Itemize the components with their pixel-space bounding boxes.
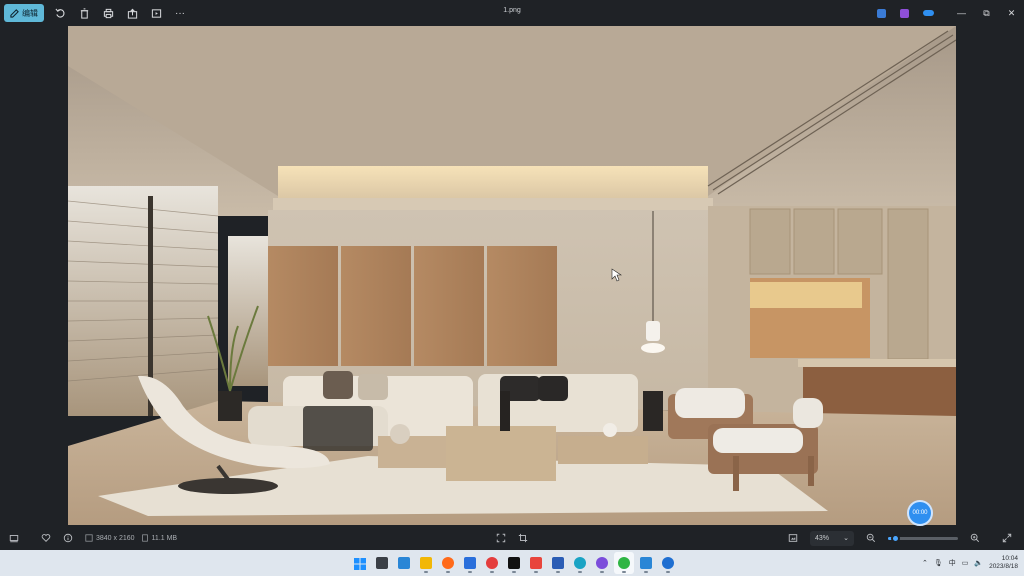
taskbar-item-tiktok[interactable] bbox=[504, 552, 524, 574]
chat-icon bbox=[596, 557, 608, 569]
share-icon[interactable] bbox=[120, 2, 144, 24]
taskbar-item-settings-app[interactable] bbox=[658, 552, 678, 574]
photos-app-window: 编辑 ··· 1.png — ⧉ ✕ 00:00 3840 x 2160 11.… bbox=[0, 0, 1024, 550]
chevron-up-icon[interactable]: ⌃ bbox=[922, 559, 928, 567]
file-size: 11.1 MB bbox=[141, 534, 178, 542]
onedrive-icon[interactable] bbox=[923, 10, 934, 16]
taskbar-item-photos[interactable] bbox=[636, 552, 656, 574]
photos-app-icon[interactable] bbox=[900, 8, 909, 18]
running-indicator bbox=[534, 571, 538, 573]
taskbar-item-weibo[interactable] bbox=[482, 552, 502, 574]
fullscreen-icon[interactable] bbox=[996, 526, 1018, 550]
minimize-button[interactable]: — bbox=[949, 0, 974, 26]
taskbar-item-word[interactable] bbox=[548, 552, 568, 574]
settings-app-icon bbox=[662, 557, 674, 569]
running-indicator bbox=[468, 571, 472, 573]
fit-to-window-icon[interactable] bbox=[490, 526, 512, 550]
word-icon bbox=[552, 557, 564, 569]
zoom-out-icon[interactable] bbox=[860, 526, 882, 550]
clock-time: 10:04 bbox=[1001, 555, 1018, 562]
zoom-slider-thumb[interactable] bbox=[891, 533, 900, 543]
image-size-icon bbox=[85, 534, 93, 542]
running-indicator bbox=[556, 571, 560, 573]
task-view-icon bbox=[376, 557, 388, 569]
weibo-icon bbox=[486, 557, 498, 569]
zoom-slider[interactable] bbox=[888, 533, 958, 543]
wps-icon bbox=[530, 557, 542, 569]
file-explorer-icon bbox=[420, 557, 432, 569]
microphone-icon[interactable]: 🎙 bbox=[934, 559, 943, 567]
running-indicator bbox=[446, 571, 450, 573]
favorite-icon[interactable] bbox=[35, 526, 57, 550]
edit-label: 编辑 bbox=[22, 8, 38, 18]
system-tray: ⌃ 🎙 中 ▭ 🔈 10:04 2023/8/18 bbox=[922, 550, 1018, 576]
taskbar-item-task-view[interactable] bbox=[372, 552, 392, 574]
running-indicator bbox=[490, 571, 494, 573]
running-indicator bbox=[622, 571, 626, 573]
edit-icon bbox=[10, 8, 19, 18]
zoom-in-icon[interactable] bbox=[964, 526, 986, 550]
file-size-text: 11.1 MB bbox=[151, 534, 178, 542]
top-toolbar: 编辑 ··· 1.png — ⧉ ✕ bbox=[0, 0, 1024, 26]
close-button[interactable]: ✕ bbox=[999, 0, 1024, 26]
taskbar-item-store[interactable] bbox=[460, 552, 480, 574]
clock-date: 2023/8/18 bbox=[989, 563, 1018, 570]
restore-button[interactable]: ⧉ bbox=[974, 0, 999, 26]
file-size-icon bbox=[141, 534, 148, 542]
taskbar-item-edge[interactable] bbox=[570, 552, 590, 574]
widgets-icon bbox=[398, 557, 410, 569]
slideshow-icon[interactable] bbox=[144, 2, 168, 24]
actual-size-icon[interactable] bbox=[782, 526, 804, 550]
filmstrip-icon[interactable] bbox=[3, 526, 25, 550]
delete-icon[interactable] bbox=[72, 2, 96, 24]
zoom-controls: 43% ⌄ bbox=[782, 526, 1018, 550]
edit-button[interactable]: 编辑 bbox=[4, 4, 44, 22]
photo-viewer-image[interactable] bbox=[68, 26, 956, 525]
taskbar-item-widgets[interactable] bbox=[394, 552, 414, 574]
crop-view-icon[interactable] bbox=[512, 526, 534, 550]
zoom-level-dropdown[interactable]: 43% ⌄ bbox=[810, 530, 854, 546]
taskbar-item-wps[interactable] bbox=[526, 552, 546, 574]
network-icon[interactable]: ▭ bbox=[962, 559, 969, 567]
title-bar-controls: — ⧉ ✕ bbox=[870, 0, 1024, 26]
clock[interactable]: 10:04 2023/8/18 bbox=[989, 555, 1018, 571]
running-indicator bbox=[578, 571, 582, 573]
photos-icon bbox=[640, 557, 652, 569]
windows-taskbar: ⌃ 🎙 中 ▭ 🔈 10:04 2023/8/18 bbox=[0, 550, 1024, 576]
taskbar-item-firefox[interactable] bbox=[438, 552, 458, 574]
taskbar-item-wechat[interactable] bbox=[614, 552, 634, 574]
running-indicator bbox=[424, 571, 428, 573]
dimensions-text: 3840 x 2160 bbox=[96, 534, 135, 542]
rotate-icon[interactable] bbox=[48, 2, 72, 24]
store-icon bbox=[464, 557, 476, 569]
image-dimensions: 3840 x 2160 bbox=[85, 534, 135, 542]
print-icon[interactable] bbox=[96, 2, 120, 24]
taskbar-item-file-explorer[interactable] bbox=[416, 552, 436, 574]
zoom-level-text: 43% bbox=[815, 534, 830, 542]
running-indicator bbox=[644, 571, 648, 573]
edge-icon bbox=[574, 557, 586, 569]
taskbar-apps bbox=[350, 550, 678, 576]
chevron-down-icon: ⌄ bbox=[843, 535, 849, 542]
more-icon[interactable]: ··· bbox=[168, 2, 192, 24]
living-room-render bbox=[68, 26, 956, 525]
running-indicator bbox=[512, 571, 516, 573]
clipchamp-icon[interactable] bbox=[877, 8, 886, 18]
info-icon[interactable] bbox=[57, 526, 79, 550]
volume-icon[interactable]: 🔈 bbox=[974, 559, 983, 567]
view-mode-controls bbox=[490, 526, 534, 550]
running-indicator bbox=[600, 571, 604, 573]
firefox-icon bbox=[442, 557, 454, 569]
start-icon bbox=[354, 557, 366, 570]
wechat-icon bbox=[618, 557, 630, 569]
ime-indicator[interactable]: 中 bbox=[949, 558, 956, 568]
status-bar: 3840 x 2160 11.1 MB 43% ⌄ bbox=[0, 526, 1024, 550]
tiktok-icon bbox=[508, 557, 520, 569]
recording-timer[interactable]: 00:00 bbox=[907, 500, 933, 526]
running-indicator bbox=[666, 571, 670, 573]
taskbar-item-start[interactable] bbox=[350, 552, 370, 574]
taskbar-item-chat[interactable] bbox=[592, 552, 612, 574]
